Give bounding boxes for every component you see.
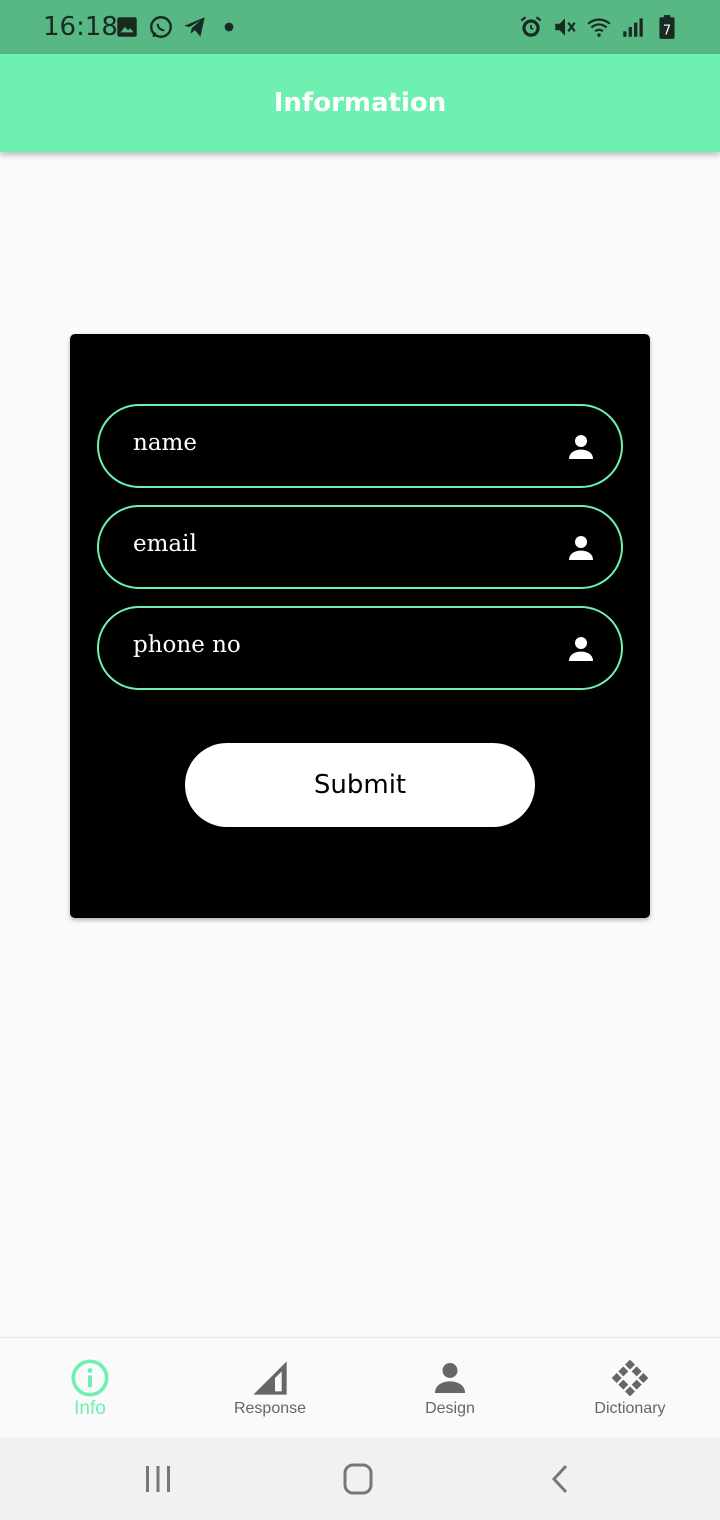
dot-icon bbox=[224, 22, 234, 32]
form-card: Submit bbox=[70, 334, 650, 918]
nav-item-design[interactable]: Design bbox=[360, 1338, 540, 1438]
person-icon bbox=[569, 435, 593, 459]
email-input[interactable] bbox=[133, 531, 533, 557]
recent-apps-icon[interactable] bbox=[140, 1463, 176, 1495]
status-left-icons bbox=[114, 14, 242, 40]
whatsapp-icon bbox=[150, 16, 172, 38]
nav-item-dictionary[interactable]: Dictionary bbox=[540, 1338, 720, 1438]
mute-icon bbox=[555, 18, 576, 36]
telegram-icon bbox=[184, 17, 205, 37]
bottom-nav: Info Response Design Dictionary bbox=[0, 1337, 720, 1437]
name-input[interactable] bbox=[133, 430, 533, 456]
person-icon bbox=[569, 536, 593, 560]
signal-icon bbox=[623, 18, 643, 37]
name-field[interactable] bbox=[97, 404, 623, 488]
back-icon[interactable] bbox=[542, 1463, 578, 1495]
status-time: 16:18 bbox=[43, 12, 118, 42]
app-bar: Information bbox=[0, 54, 720, 152]
home-icon[interactable] bbox=[340, 1463, 376, 1495]
diamond-grid-icon bbox=[611, 1359, 649, 1397]
person-icon bbox=[569, 637, 593, 661]
battery-level: 7 bbox=[663, 24, 671, 39]
email-field[interactable] bbox=[97, 505, 623, 589]
nav-item-info[interactable]: Info bbox=[0, 1338, 180, 1438]
status-bar: 16:18 7 bbox=[0, 0, 720, 54]
person-icon bbox=[435, 1363, 465, 1393]
wifi-icon bbox=[587, 18, 611, 37]
phone-field[interactable] bbox=[97, 606, 623, 690]
system-nav-bar bbox=[0, 1437, 720, 1520]
battery-icon: 7 bbox=[659, 15, 675, 39]
status-right-icons: 7 bbox=[518, 14, 680, 40]
image-icon bbox=[117, 17, 137, 37]
phone-input[interactable] bbox=[133, 632, 533, 658]
info-icon bbox=[71, 1359, 109, 1397]
nav-label-dictionary: Dictionary bbox=[594, 1400, 666, 1417]
nav-label-info: Info bbox=[74, 1398, 106, 1419]
page-title: Information bbox=[273, 88, 447, 118]
alarm-icon bbox=[520, 16, 542, 37]
nav-label-response: Response bbox=[233, 1400, 307, 1417]
nav-item-response[interactable]: Response bbox=[180, 1338, 360, 1438]
submit-button[interactable]: Submit bbox=[185, 743, 535, 827]
nav-label-design: Design bbox=[425, 1400, 475, 1417]
signal-triangle-icon bbox=[253, 1361, 287, 1395]
